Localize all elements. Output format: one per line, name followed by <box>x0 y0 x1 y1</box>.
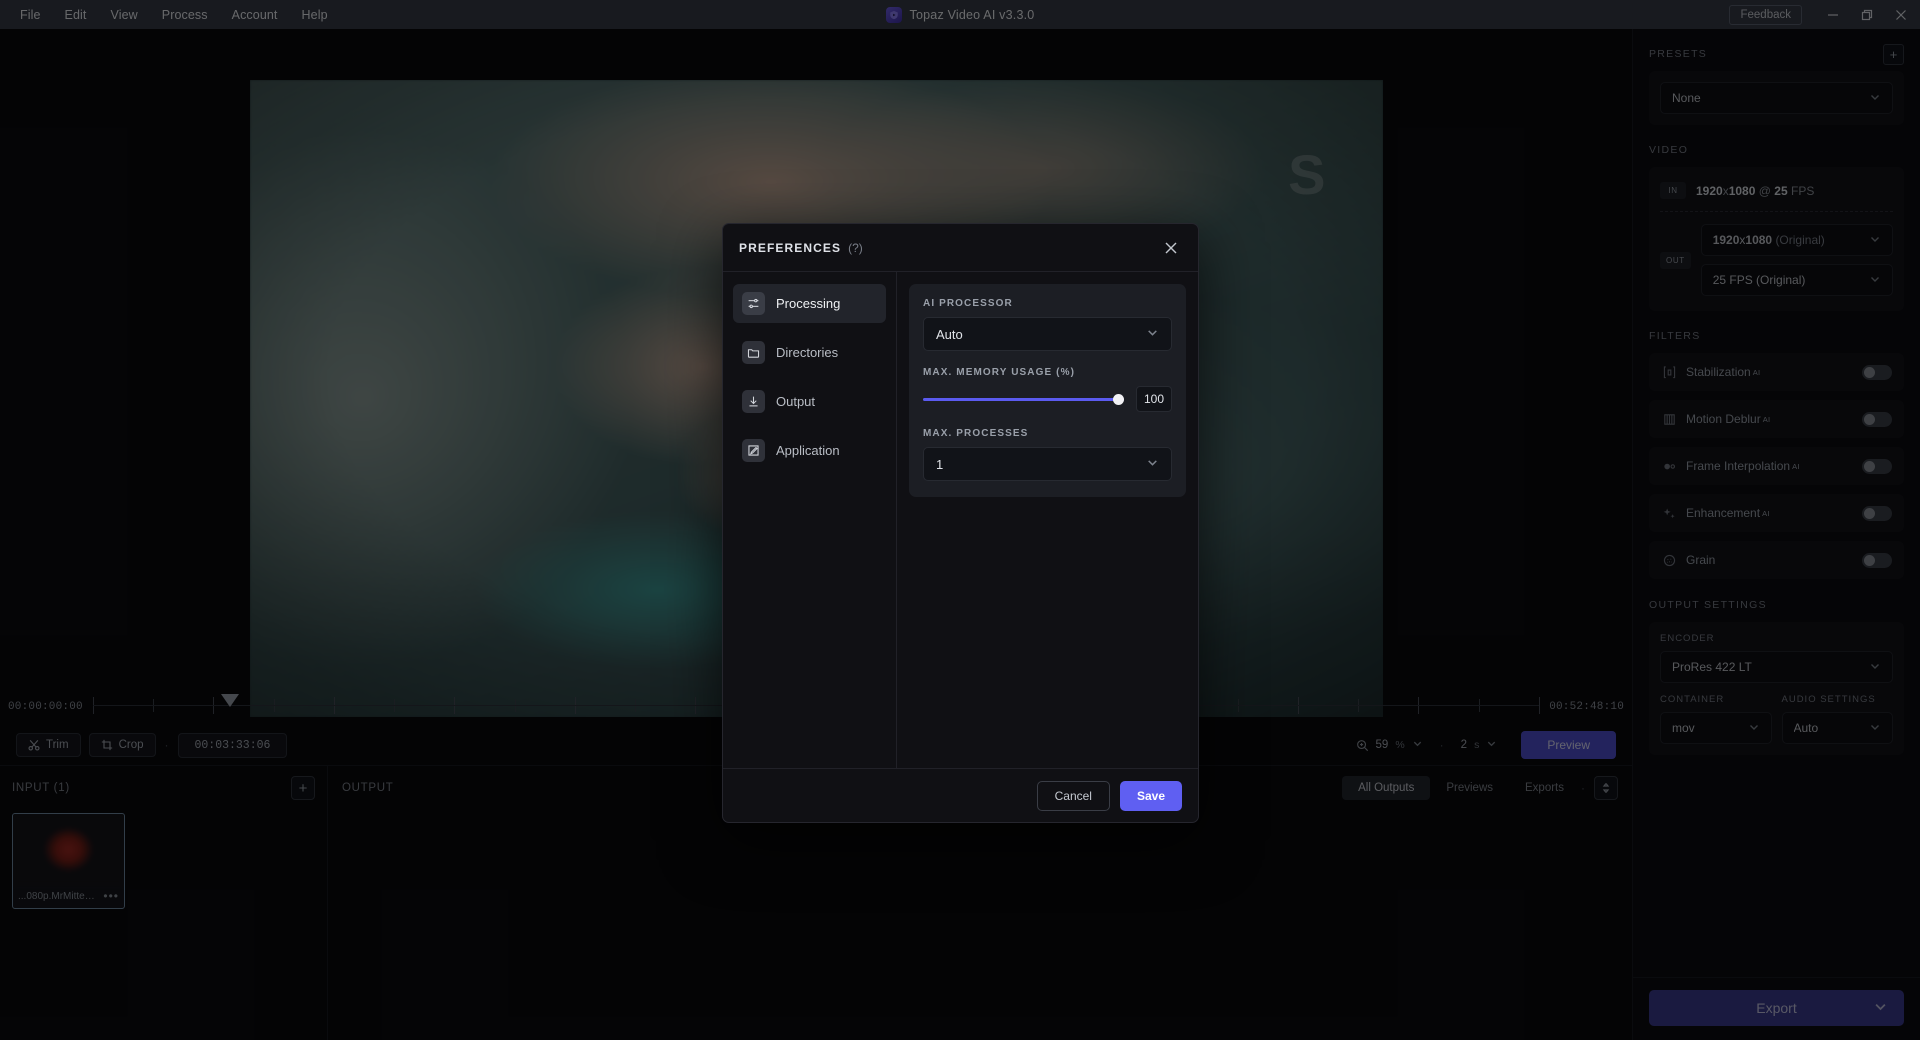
nav-label: Directories <box>776 345 839 360</box>
cancel-button[interactable]: Cancel <box>1036 780 1110 811</box>
help-link[interactable]: (?) <box>848 241 863 255</box>
chevron-down-icon <box>1146 326 1159 342</box>
folder-icon <box>742 341 765 364</box>
dialog-body: Processing Directories Output Applicatio… <box>723 272 1198 768</box>
slider-fill <box>923 397 1124 401</box>
dialog-header: PREFERENCES (?) <box>723 224 1198 272</box>
nav-item-directories[interactable]: Directories <box>733 333 886 372</box>
memory-usage-label: MAX. MEMORY USAGE (%) <box>923 367 1075 378</box>
nav-item-application[interactable]: Application <box>733 431 886 470</box>
nav-label: Processing <box>776 296 841 311</box>
ai-processor-label: AI PROCESSOR <box>923 298 1013 309</box>
ai-processor-value: Auto <box>936 326 963 342</box>
dialog-nav: Processing Directories Output Applicatio… <box>723 272 897 768</box>
preferences-dialog: PREFERENCES (?) Processing Directories O… <box>722 223 1199 823</box>
slider-knob[interactable] <box>1113 393 1124 405</box>
nav-label: Output <box>776 394 816 409</box>
memory-usage-input[interactable]: 100 <box>1136 386 1172 412</box>
max-processes-group: MAX. PROCESSES 1 <box>923 428 1172 481</box>
dialog-title: PREFERENCES <box>739 240 842 255</box>
max-processes-select[interactable]: 1 <box>923 447 1172 481</box>
download-icon <box>742 390 765 413</box>
chevron-down-icon <box>1146 456 1159 472</box>
dialog-footer: Cancel Save <box>723 768 1198 822</box>
nav-item-output[interactable]: Output <box>733 382 886 421</box>
max-processes-value: 1 <box>936 456 944 472</box>
dialog-content: AI PROCESSOR Auto MAX. MEMORY USAGE (%) <box>897 272 1198 768</box>
nav-label: Application <box>776 443 840 458</box>
processing-icon <box>742 292 765 315</box>
edit-square-icon <box>742 439 765 462</box>
processing-settings-card: AI PROCESSOR Auto MAX. MEMORY USAGE (%) <box>909 284 1186 497</box>
save-button[interactable]: Save <box>1119 780 1182 811</box>
close-icon[interactable] <box>1160 237 1182 259</box>
memory-usage-slider[interactable] <box>923 391 1124 407</box>
nav-item-processing[interactable]: Processing <box>733 284 886 323</box>
max-processes-label: MAX. PROCESSES <box>923 428 1029 439</box>
memory-usage-row: 100 <box>923 386 1172 412</box>
ai-processor-select[interactable]: Auto <box>923 317 1172 351</box>
memory-usage-group: MAX. MEMORY USAGE (%) 100 <box>923 367 1172 412</box>
app-window: File Edit View Process Account Help Topa… <box>0 0 1920 1040</box>
